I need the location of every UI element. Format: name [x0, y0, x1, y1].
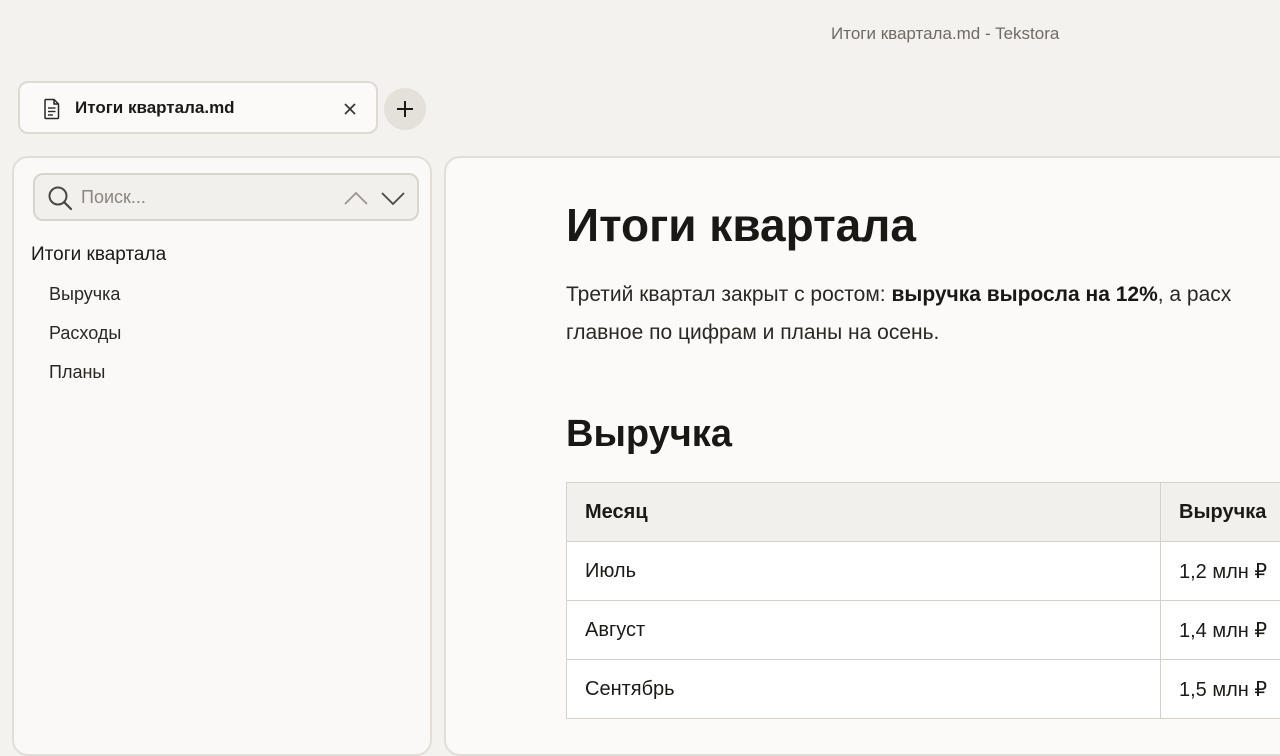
search-input[interactable]: [81, 183, 331, 211]
table-cell: Сентябрь: [567, 660, 1161, 719]
tab-label: Итоги квартала.md: [75, 98, 235, 118]
table-cell: Август: [567, 601, 1161, 660]
table-header-row: Месяц Выручка: [567, 483, 1280, 542]
close-icon: [343, 102, 357, 116]
tab-itogi-kvartala[interactable]: Итоги квартала.md: [18, 81, 378, 134]
chevron-down-icon[interactable]: [380, 187, 406, 209]
chevron-up-icon[interactable]: [343, 187, 369, 209]
editor-pane[interactable]: Итоги квартала Третий квартал закрыт с р…: [444, 156, 1280, 756]
window-title: Итоги квартала.md - Tekstora: [831, 24, 1059, 44]
table-row: Июль 1,2 млн ₽: [567, 542, 1280, 601]
sidebar: Итоги квартала Выручка Расходы Планы: [12, 156, 432, 756]
table-cell: 1,2 млн ₽: [1161, 542, 1280, 601]
outline-item-itogi-kvartala[interactable]: Итоги квартала: [31, 244, 166, 266]
paragraph-bold-text: выручка выросла на 12%: [891, 283, 1157, 306]
file-text-icon: [42, 98, 62, 120]
section-heading-vyruchka: Выручка: [566, 413, 732, 456]
paragraph-line-2: главное по цифрам и планы на осень.: [566, 321, 939, 344]
document-title: Итоги квартала: [566, 198, 916, 252]
tab-bar: Итоги квартала.md: [0, 80, 1280, 136]
table-header-cell: Месяц: [567, 483, 1161, 542]
search-icon: [47, 185, 73, 211]
tab-close-button[interactable]: [340, 99, 360, 119]
revenue-table: Месяц Выручка Июль 1,2 млн ₽ Август 1,4 …: [566, 482, 1280, 719]
table-cell: Июль: [567, 542, 1161, 601]
intro-paragraph: Третий квартал закрыт с ростом: выручка …: [566, 276, 1280, 352]
table-cell: 1,5 млн ₽: [1161, 660, 1280, 719]
paragraph-text: Третий квартал закрыт с ростом:: [566, 283, 891, 306]
outline-item-vyruchka[interactable]: Выручка: [49, 284, 120, 305]
paragraph-text-cont: , а расх: [1158, 283, 1232, 306]
outline-item-plany[interactable]: Планы: [49, 362, 105, 383]
table-row: Август 1,4 млн ₽: [567, 601, 1280, 660]
search-box: [33, 173, 419, 221]
plus-icon: [395, 99, 415, 119]
table-cell: 1,4 млн ₽: [1161, 601, 1280, 660]
new-tab-button[interactable]: [384, 88, 426, 130]
outline-item-raskhody[interactable]: Расходы: [49, 323, 121, 344]
table-header-cell: Выручка: [1161, 483, 1280, 542]
title-bar: Итоги квартала.md - Tekstora: [0, 0, 1280, 70]
table-row: Сентябрь 1,5 млн ₽: [567, 660, 1280, 719]
